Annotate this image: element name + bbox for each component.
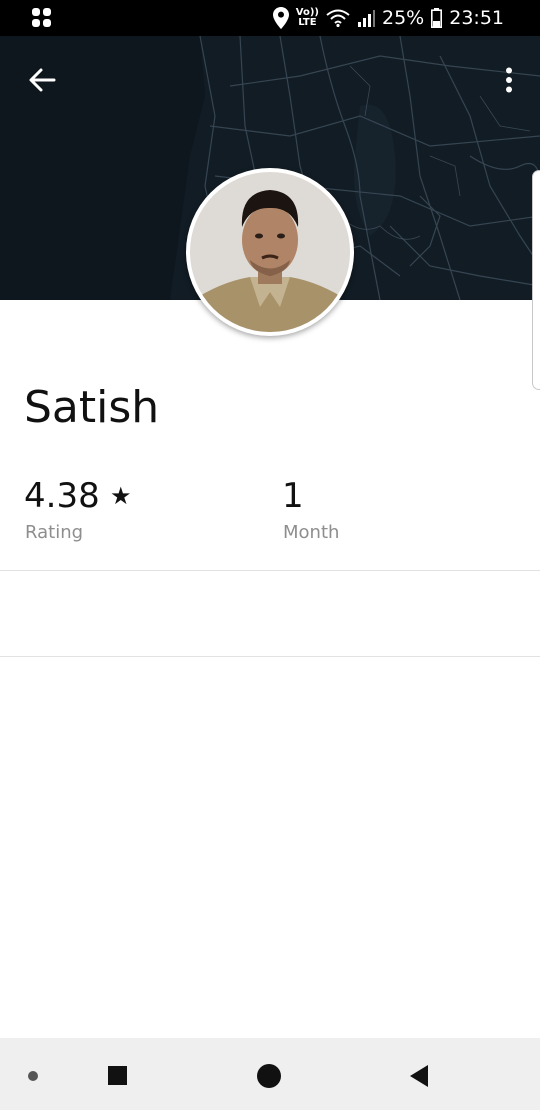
- driver-name: Satish: [24, 382, 160, 433]
- navigation-bar: [0, 1038, 540, 1110]
- more-options-button[interactable]: [494, 60, 524, 100]
- back-icon[interactable]: [410, 1065, 428, 1087]
- star-icon: ★: [110, 482, 132, 510]
- tenure-label: Month: [283, 522, 340, 543]
- more-vertical-icon: [506, 67, 512, 93]
- rating-label: Rating: [25, 522, 84, 543]
- home-icon[interactable]: [257, 1064, 281, 1088]
- divider: [0, 570, 540, 571]
- rating-value: 4.38: [24, 476, 100, 516]
- battery-icon: [431, 8, 443, 28]
- clock: 23:51: [449, 7, 504, 29]
- arrow-left-icon: [29, 68, 56, 92]
- battery-percent: 25%: [382, 7, 425, 29]
- apps-icon: [32, 8, 52, 28]
- divider: [0, 656, 540, 657]
- status-bar: Vo)) LTE 25% 23:51: [0, 0, 540, 36]
- wifi-icon: [326, 9, 350, 27]
- back-button[interactable]: [22, 60, 62, 100]
- network-type: Vo)) LTE: [295, 7, 319, 28]
- nav-dot-icon[interactable]: [28, 1071, 38, 1081]
- avatar-photo: [190, 172, 350, 332]
- avatar: [186, 168, 354, 336]
- location-icon: [272, 7, 289, 29]
- signal-icon: [358, 10, 375, 27]
- recents-icon[interactable]: [108, 1066, 127, 1085]
- tenure-value: 1: [282, 476, 304, 516]
- status-icons: Vo)) LTE 25% 23:51: [272, 0, 504, 36]
- edge-panel-handle[interactable]: [532, 170, 540, 390]
